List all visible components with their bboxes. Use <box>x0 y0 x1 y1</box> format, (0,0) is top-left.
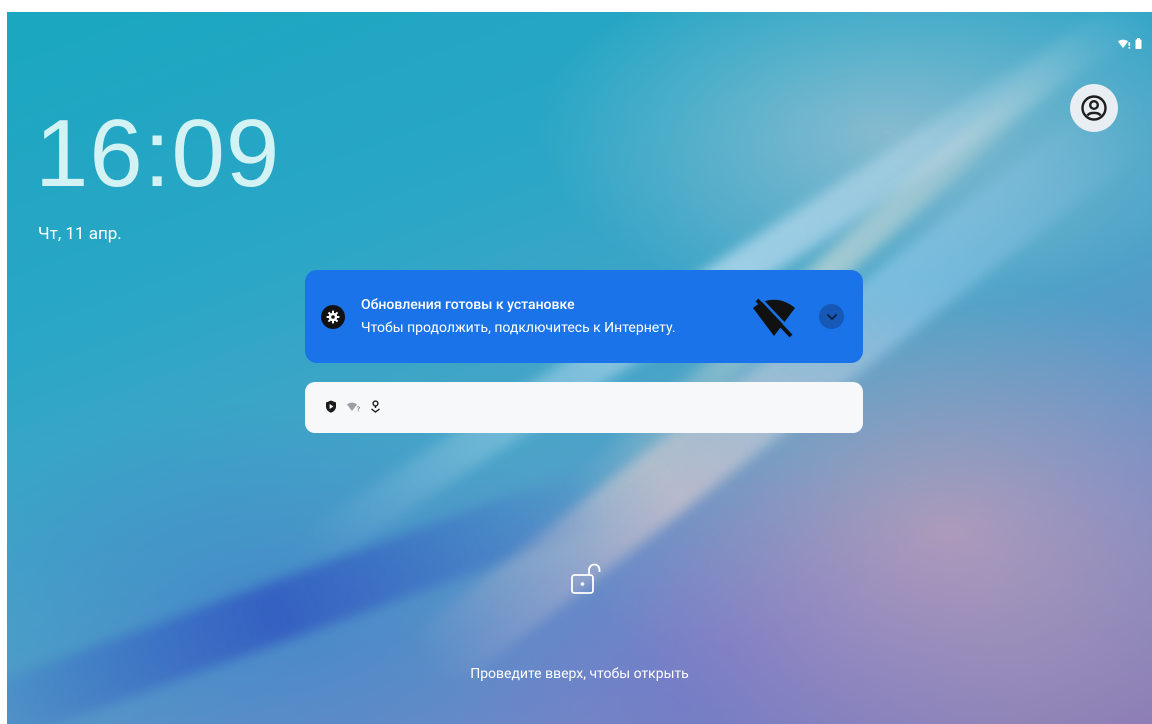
wifi-off-icon <box>753 297 795 338</box>
settings-gear-icon <box>321 305 345 329</box>
notification-text: Чтобы продолжить, подключитесь к Интерне… <box>361 320 676 336</box>
notification-title: Обновления готовы к установке <box>361 297 575 313</box>
location-icon <box>371 400 380 413</box>
lockscreen[interactable]: 16:09 Чт, 11 апр. Обновления готовы к ус <box>7 12 1152 724</box>
wifi-no-internet-icon <box>1118 39 1131 49</box>
user-switcher-button[interactable] <box>1070 84 1118 132</box>
chevron-down-icon <box>826 313 837 320</box>
account-circle-icon <box>1081 95 1107 121</box>
svg-text:?: ? <box>357 406 361 413</box>
update-notification[interactable]: Обновления готовы к установке Чтобы прод… <box>305 270 863 363</box>
swipe-up-hint: Проведите вверх, чтобы открыть <box>470 666 689 682</box>
notification-shelf[interactable]: ? <box>305 382 863 433</box>
battery-icon <box>1135 38 1142 49</box>
expand-notification-button[interactable] <box>819 304 844 329</box>
wifi-no-internet-icon: ? <box>347 402 361 413</box>
unlocked-icon <box>571 563 601 594</box>
status-bar <box>1117 38 1142 49</box>
lockscreen-clock: 16:09 <box>35 100 281 207</box>
lockscreen-date: Чт, 11 апр. <box>38 224 122 244</box>
play-protect-icon <box>326 400 336 413</box>
